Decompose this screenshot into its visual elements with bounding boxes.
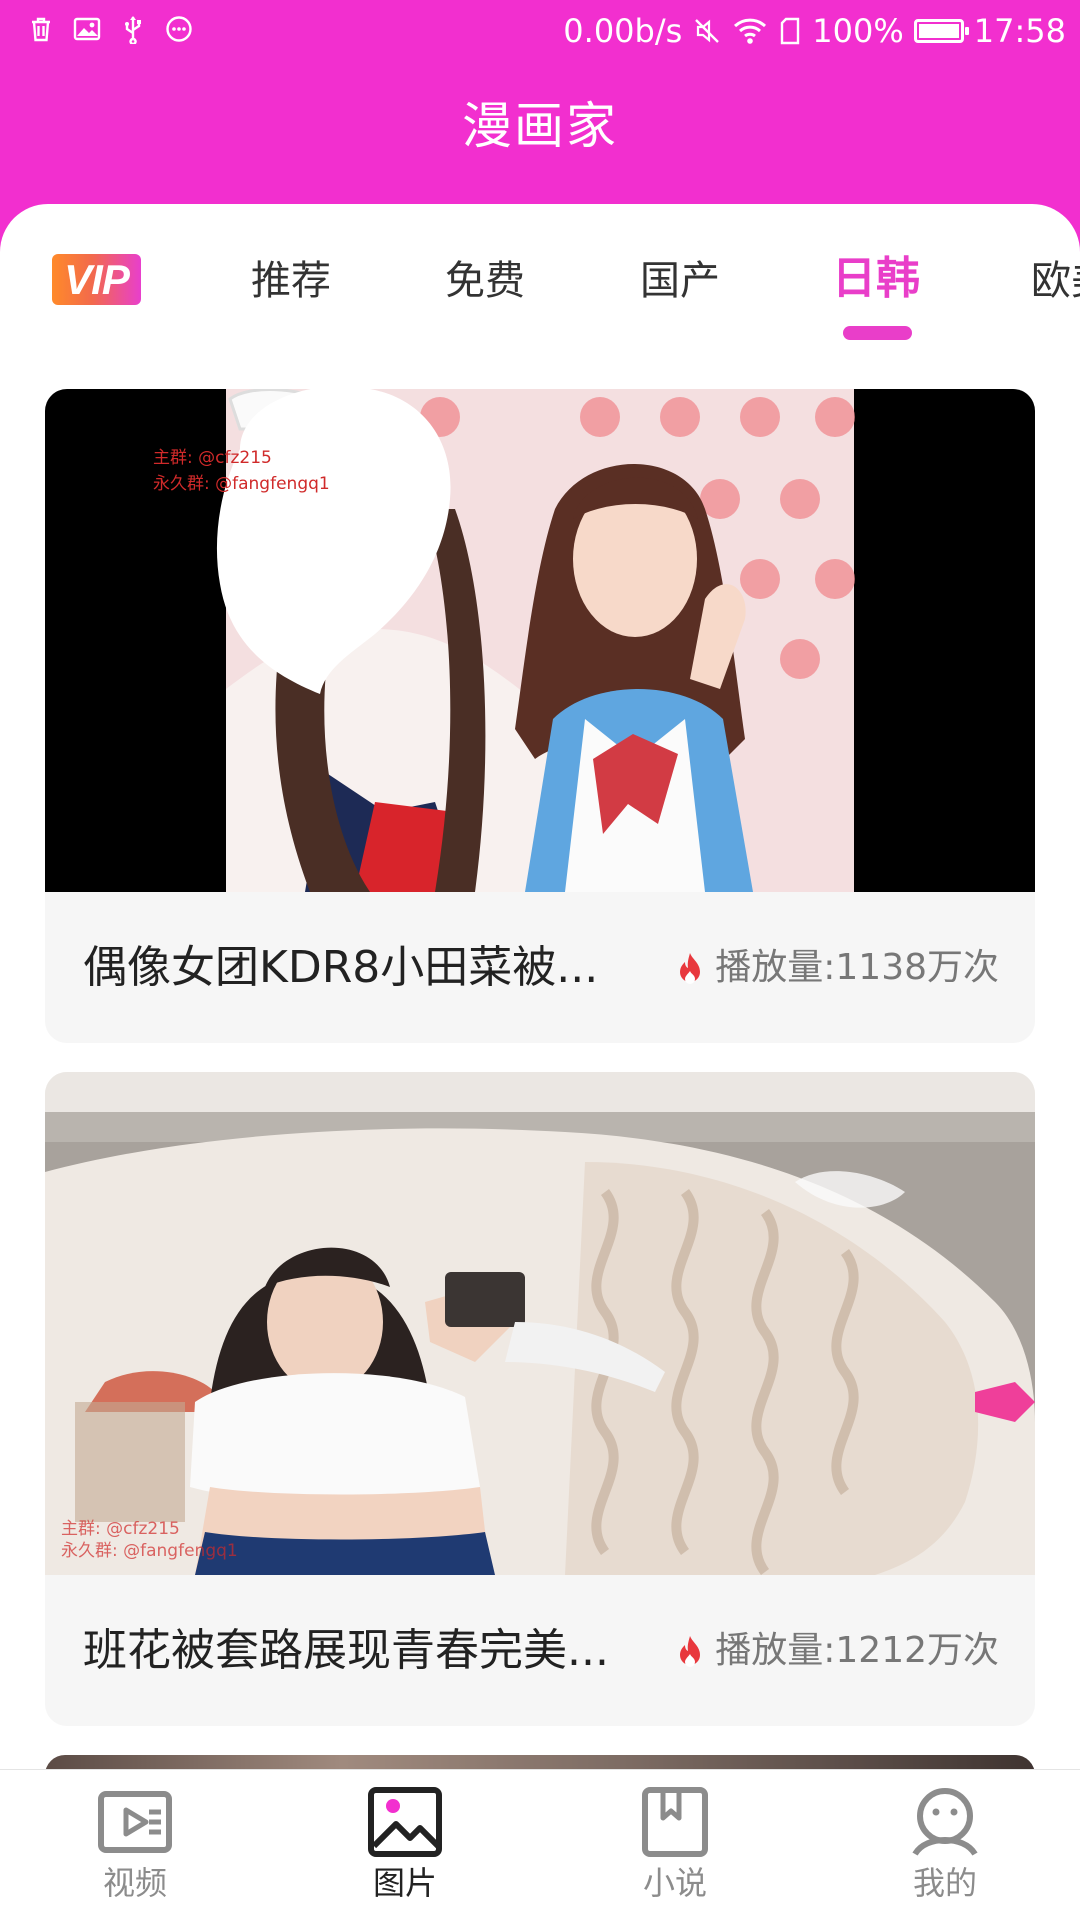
battery-percent: 100% bbox=[812, 12, 904, 50]
app-title: 漫画家 bbox=[462, 97, 618, 155]
nav-label: 视频 bbox=[102, 1864, 167, 1902]
battery-icon bbox=[913, 19, 969, 43]
tab-japan-korea[interactable]: 日韩 bbox=[832, 254, 920, 304]
mute-icon bbox=[695, 19, 720, 43]
view-count-text: 播放量:1212万次 bbox=[715, 1630, 999, 1671]
sim-icon bbox=[781, 17, 800, 45]
nav-item-profile[interactable]: 我的 bbox=[875, 1786, 1015, 1904]
book-icon bbox=[642, 1787, 708, 1857]
category-tabs: VIP 推荐 免费 国产 日韩 欧美 bbox=[0, 204, 1080, 354]
content-card[interactable]: 主群: @cfz215 永久群: @fangfengq1 偶像女团KDR8小田菜被… bbox=[45, 389, 1035, 1043]
more-icon bbox=[166, 16, 192, 42]
card-info: 班花被套路展现青春完美... 播放量:1212万次 bbox=[45, 1575, 1035, 1726]
tab-recommended[interactable]: 推荐 bbox=[251, 256, 331, 306]
active-tab-indicator bbox=[843, 326, 912, 340]
card-title[interactable]: 班花被套路展现青春完美... bbox=[83, 1621, 613, 1681]
network-speed: 0.00b/s bbox=[563, 12, 683, 50]
battery-fill bbox=[918, 24, 959, 38]
clock: 17:58 bbox=[973, 12, 1066, 50]
view-count-text: 播放量:1138万次 bbox=[715, 947, 999, 988]
fire-icon bbox=[680, 953, 701, 984]
nav-label: 我的 bbox=[912, 1864, 977, 1902]
content-card[interactable]: 主群: @cfz215 永久群: @fangfengq1 班花被套路展现青春完美.… bbox=[45, 1072, 1035, 1726]
tab-domestic[interactable]: 国产 bbox=[640, 256, 720, 306]
status-bar: 0.00b/s 100% 17:58 bbox=[0, 0, 1080, 62]
card-info: 偶像女团KDR8小田菜被... 播放量:1138万次 bbox=[45, 892, 1035, 1043]
card-thumbnail[interactable]: 主群: @cfz215 永久群: @fangfengq1 bbox=[45, 389, 1035, 892]
card-thumbnail[interactable]: 主群: @cfz215 永久群: @fangfengq1 bbox=[45, 1072, 1035, 1575]
status-bar-notification-icons bbox=[26, 14, 194, 44]
trash-icon bbox=[32, 17, 50, 42]
status-bar-system-info: 0.00b/s 100% 17:58 bbox=[563, 8, 1066, 54]
card-title[interactable]: 偶像女团KDR8小田菜被... bbox=[83, 938, 613, 998]
tab-free[interactable]: 免费 bbox=[445, 256, 525, 306]
nav-label: 小说 bbox=[642, 1864, 707, 1902]
nav-label: 图片 bbox=[372, 1864, 437, 1902]
usb-icon bbox=[125, 16, 141, 44]
view-count: 播放量:1212万次 bbox=[675, 1627, 999, 1675]
image-icon bbox=[368, 1787, 442, 1857]
profile-icon bbox=[912, 1788, 978, 1856]
nav-item-video[interactable]: 视频 bbox=[65, 1786, 205, 1904]
nav-item-images[interactable]: 图片 bbox=[335, 1786, 475, 1904]
thumbnail-watermark: 主群: @cfz215 永久群: @fangfengq1 bbox=[153, 448, 330, 494]
view-count: 播放量:1138万次 bbox=[675, 944, 999, 992]
tab-western[interactable]: 欧美 bbox=[1031, 256, 1080, 306]
vip-badge[interactable]: VIP bbox=[52, 254, 141, 305]
image-icon bbox=[73, 17, 101, 41]
content-card-partial[interactable] bbox=[45, 1755, 1035, 1769]
wifi-icon bbox=[734, 18, 767, 44]
thumbnail-watermark: 主群: @cfz215 永久群: @fangfengq1 bbox=[61, 1519, 238, 1561]
fire-icon bbox=[680, 1636, 701, 1667]
bottom-navigation: 视频 图片 小说 我的 bbox=[0, 1769, 1080, 1921]
video-icon bbox=[98, 1791, 172, 1853]
nav-item-novels[interactable]: 小说 bbox=[605, 1786, 745, 1904]
main-content: VIP 推荐 免费 国产 日韩 欧美 bbox=[0, 204, 1080, 1769]
thumbnail-photo bbox=[45, 1072, 1035, 1575]
